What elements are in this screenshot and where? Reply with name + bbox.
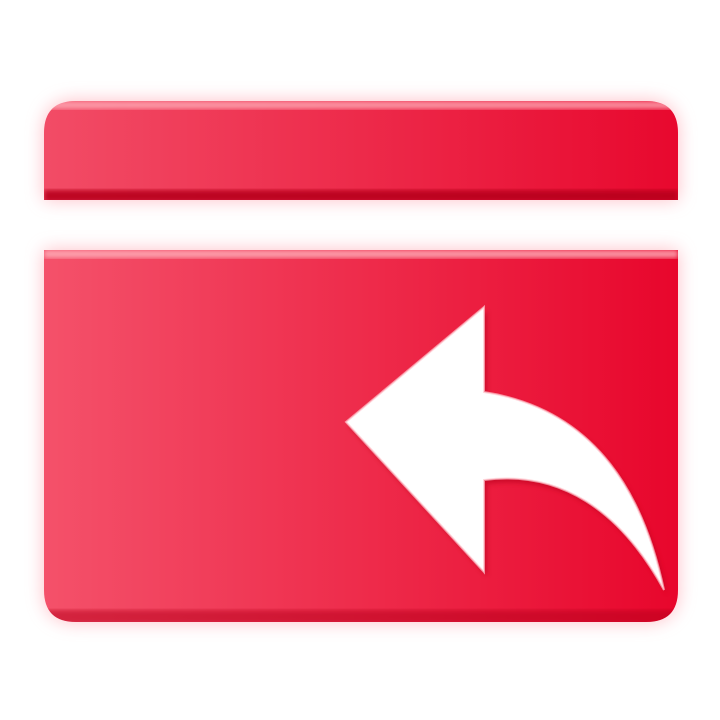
- icon-canvas: [0, 0, 720, 720]
- card-return-icon: [44, 101, 678, 622]
- card-magnetic-stripe: [44, 101, 678, 200]
